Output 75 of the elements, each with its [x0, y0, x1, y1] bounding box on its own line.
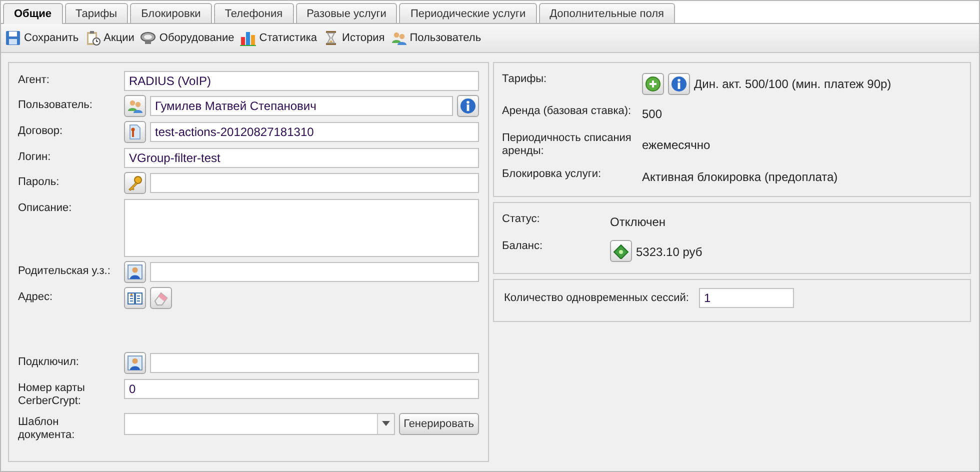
key-icon: [127, 175, 143, 191]
info-icon: [671, 76, 687, 92]
text-field[interactable]: [150, 262, 479, 282]
text-field[interactable]: 0: [124, 379, 479, 399]
field-label: Периодичность списания аренды:: [502, 132, 632, 158]
field-label: Логин:: [18, 150, 52, 165]
field-label: Договор:: [18, 124, 64, 139]
banknote-icon: [613, 243, 629, 259]
field-label: Номер карты CerberCrypt:: [18, 381, 86, 408]
generate-button[interactable]: Генерировать: [398, 413, 479, 435]
toolbar-button[interactable]: Сохранить: [5, 30, 79, 46]
users-button[interactable]: [124, 95, 146, 117]
users-icon: [127, 98, 143, 114]
text-field[interactable]: [150, 173, 479, 193]
info-button[interactable]: [457, 95, 479, 117]
field-label: Подключил:: [18, 355, 80, 370]
save-icon: [5, 30, 21, 46]
field-value: Активная блокировка (предоплата): [642, 170, 838, 184]
text-field[interactable]: RADIUS (VoIP): [124, 71, 479, 91]
field-label: Описание:: [18, 201, 73, 216]
person-icon: [127, 355, 143, 371]
device-icon: [140, 30, 156, 46]
field-value: 500: [642, 106, 662, 121]
field-label: Аренда (базовая ставка):: [502, 104, 632, 119]
toolbar-button[interactable]: Пользователь: [390, 30, 482, 46]
toolbar-button[interactable]: История: [323, 30, 385, 46]
person-icon: [127, 264, 143, 280]
add-icon: [645, 76, 661, 92]
sessions-field[interactable]: 1: [698, 288, 794, 308]
field-value: Отключен: [610, 215, 666, 229]
field-label: Количество одновременных сессий:: [504, 292, 689, 304]
person-button[interactable]: [124, 261, 146, 283]
tab[interactable]: Общие: [3, 3, 63, 24]
key-button[interactable]: [124, 172, 146, 194]
tab[interactable]: Дополнительные поля: [538, 3, 675, 23]
field-value: 5323.10 руб: [636, 244, 702, 258]
bar-chart-icon: [240, 30, 256, 46]
tab[interactable]: Блокировки: [130, 3, 212, 23]
toolbar-button[interactable]: Оборудование: [140, 30, 234, 46]
field-label: Пользователь:: [18, 98, 94, 113]
text-field[interactable]: VGroup-filter-test: [124, 148, 479, 168]
toolbar-button[interactable]: Акции: [84, 30, 134, 46]
clipboard-clock-icon: [84, 30, 101, 46]
tab[interactable]: Разовые услуги: [296, 3, 398, 23]
contract-button[interactable]: [124, 121, 146, 143]
field-label: Адрес:: [18, 290, 54, 305]
field-label: Родительская у.з.:: [18, 264, 112, 279]
add-button[interactable]: [642, 72, 664, 95]
person-button[interactable]: [124, 352, 146, 374]
document-icon: [127, 124, 143, 140]
field-label: Баланс:: [502, 240, 544, 254]
field-label: Агент:: [18, 73, 50, 88]
address-book-button[interactable]: [124, 287, 146, 309]
field-value: Дин. акт. 500/100 (мин. платеж 90р): [694, 77, 892, 92]
text-field[interactable]: [150, 353, 479, 373]
text-field[interactable]: Гумилев Матвей Степанович: [150, 96, 453, 116]
tab[interactable]: Тарифы: [64, 3, 128, 23]
users-icon: [390, 30, 407, 46]
description-field[interactable]: [124, 199, 479, 257]
info-icon: [460, 98, 476, 114]
field-label: Статус:: [502, 213, 541, 227]
tab[interactable]: Периодические услуги: [399, 3, 537, 23]
field-label: Пароль:: [18, 175, 60, 190]
toolbar-button[interactable]: Статистика: [240, 30, 318, 46]
field-label: Блокировка услуги:: [502, 168, 602, 182]
eraser-icon: [153, 290, 169, 306]
field-label: Шаблон документа:: [18, 415, 76, 443]
field-value: ежемесячно: [642, 138, 710, 152]
info-button[interactable]: [668, 72, 690, 95]
caret-icon: [382, 421, 390, 427]
text-field[interactable]: test-actions-20120827181310: [150, 122, 479, 142]
balance-button[interactable]: [610, 240, 632, 262]
book-icon: [127, 290, 143, 306]
field-label: Тарифы:: [502, 73, 548, 87]
tab[interactable]: Телефония: [214, 3, 294, 23]
